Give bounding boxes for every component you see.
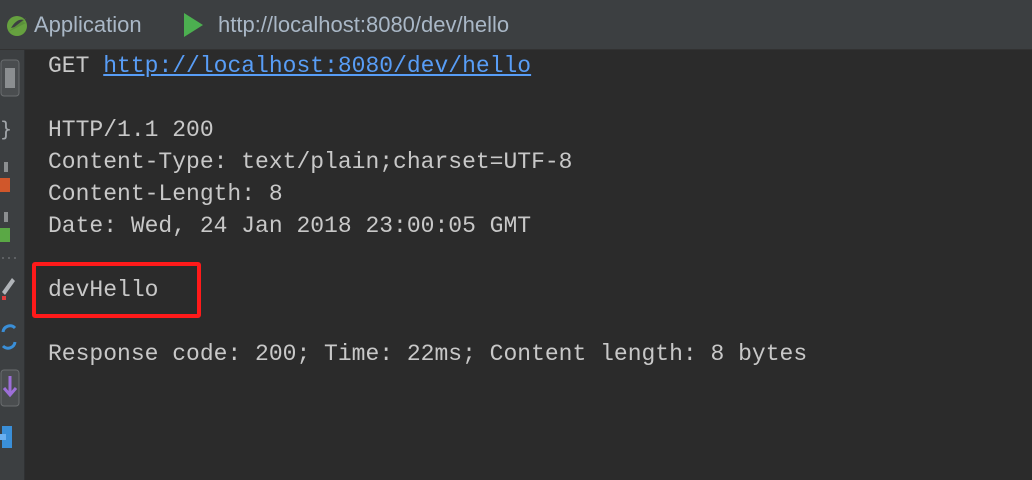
highlight-box [32,262,201,318]
edit-icon[interactable] [0,272,22,302]
header-content-length: Content-Length: 8 [48,181,283,207]
tab-http-request-label: http://localhost:8080/dev/hello [218,11,510,37]
layout-icon[interactable] [0,160,22,196]
refresh-icon[interactable] [0,320,22,354]
status-line: HTTP/1.1 200 [48,117,214,143]
toolbar-gutter: } [0,50,25,480]
header-date: Date: Wed, 24 Jan 2018 23:00:05 GMT [48,213,532,239]
run-icon [184,12,203,37]
svg-text:}: } [0,117,12,141]
stop-icon[interactable] [0,58,22,98]
pin-icon[interactable] [0,422,22,456]
request-method: GET [48,53,90,79]
format-icon[interactable]: } [0,114,22,142]
separator-dots-icon [2,257,16,259]
tab-http-request[interactable]: http://localhost:8080/dev/hello [182,0,509,49]
tab-application-label: Application [34,11,142,37]
download-icon[interactable] [0,368,22,408]
header-content-type: Content-Type: text/plain;charset=UTF-8 [48,149,573,175]
spring-boot-icon [7,15,27,36]
response-summary: Response code: 200; Time: 22ms; Content … [48,341,808,367]
request-url-link[interactable]: http://localhost:8080/dev/hello [103,53,531,79]
run-tab-bar: Application http://localhost:8080/dev/he… [0,0,1032,50]
tab-application[interactable]: Application [0,0,142,49]
layout-icon[interactable] [0,210,22,246]
request-line: GET http://localhost:8080/dev/hello [48,50,531,82]
